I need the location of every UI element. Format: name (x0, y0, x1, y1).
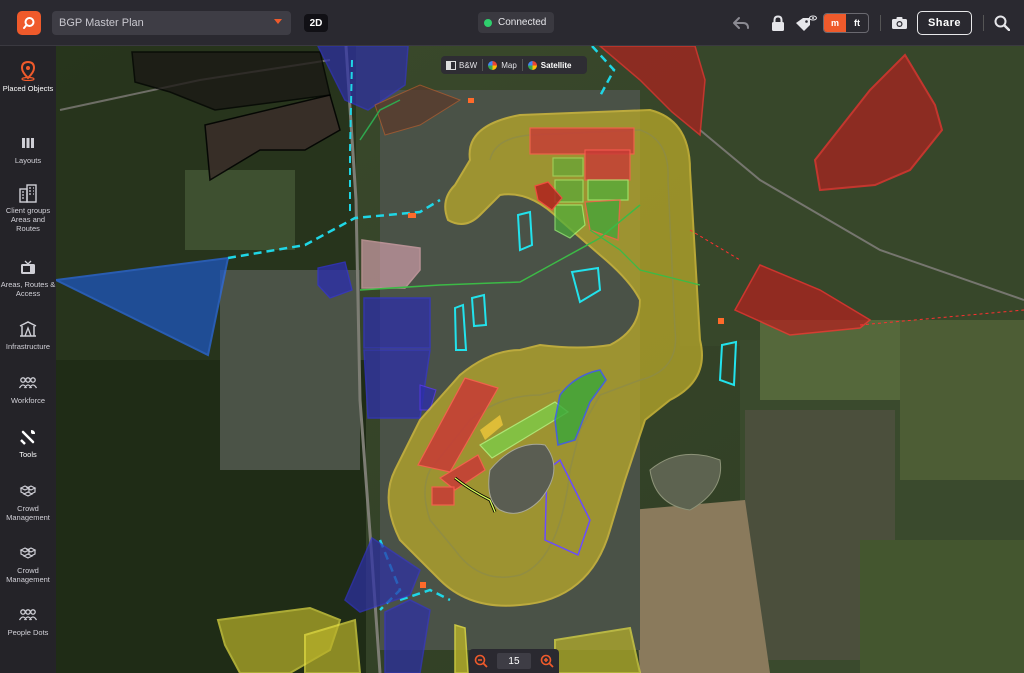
zoom-control: 15 (469, 649, 559, 673)
connection-status: Connected (478, 12, 554, 33)
undo-button[interactable] (731, 13, 751, 33)
map-canvas[interactable]: B&W Map Satellite 15 (56, 46, 1024, 673)
satellite-map[interactable] (56, 46, 1024, 673)
people-dots-icon (18, 609, 38, 621)
cubes-icon (19, 485, 37, 497)
tent-icon (19, 321, 37, 337)
screenshot-button[interactable] (889, 13, 909, 33)
tag-visibility-button[interactable] (794, 13, 818, 33)
share-button[interactable]: Share (917, 11, 972, 35)
sidebar-item-crowd-management[interactable]: Crowd Management (0, 482, 56, 522)
toolbar-divider (983, 15, 984, 31)
sidebar-item-label: Workforce (10, 396, 46, 405)
search-icon (994, 15, 1010, 31)
building-icon (19, 184, 37, 203)
unit-toggle[interactable]: m ft (823, 13, 869, 33)
connection-status-label: Connected (498, 17, 547, 28)
plan-selector[interactable]: BGP Master Plan (52, 11, 291, 35)
left-sidebar: Placed Objects Layouts Client groups Are… (0, 46, 56, 673)
sidebar-item-layouts[interactable]: Layouts (0, 134, 56, 165)
zoom-in-icon[interactable] (540, 654, 554, 668)
google-icon (488, 60, 498, 70)
sidebar-item-label: Client groups Areas and Routes (5, 206, 51, 233)
sidebar-item-label: Infrastructure (5, 342, 51, 351)
app-logo-icon[interactable] (17, 11, 41, 35)
map-type-bw[interactable]: B&W (441, 59, 484, 71)
sidebar-item-label: Areas, Routes & Access (0, 280, 56, 298)
cubes-icon (19, 547, 37, 559)
undo-icon (733, 17, 749, 29)
sidebar-item-workforce[interactable]: Workforce (0, 374, 56, 405)
tag-visibility-icon (796, 15, 817, 31)
sidebar-item-label: Crowd Management (6, 504, 50, 522)
lock-button[interactable] (768, 13, 788, 33)
sidebar-item-crowd-management-2[interactable]: Crowd Management (0, 544, 56, 584)
view-mode-toggle[interactable]: 2D (304, 14, 328, 32)
unit-feet[interactable]: ft (846, 14, 868, 32)
sidebar-item-label: Layouts (14, 156, 42, 165)
map-type-map[interactable]: Map (483, 59, 523, 71)
toolbar-divider (880, 15, 881, 31)
camera-icon (891, 17, 907, 29)
sidebar-item-tools[interactable]: Tools (0, 428, 56, 459)
unit-meters[interactable]: m (824, 14, 846, 32)
sidebar-item-label: People Dots (7, 628, 49, 637)
map-type-switcher[interactable]: B&W Map Satellite (441, 56, 587, 74)
sidebar-item-infrastructure[interactable]: Infrastructure (0, 320, 56, 351)
google-icon (527, 60, 537, 70)
bw-icon (446, 60, 456, 70)
tv-icon (21, 260, 35, 274)
sidebar-item-areas-routes[interactable]: Areas, Routes & Access (0, 258, 56, 298)
search-button[interactable] (992, 13, 1012, 33)
sidebar-item-label: Placed Objects (2, 84, 54, 93)
sidebar-item-label: Tools (19, 450, 37, 459)
sidebar-item-placed-objects[interactable]: Placed Objects (0, 61, 56, 93)
columns-icon (22, 138, 34, 148)
top-bar: BGP Master Plan 2D Connected m ft Share (0, 0, 1024, 46)
lock-icon (772, 15, 784, 31)
sidebar-item-client-groups[interactable]: Client groups Areas and Routes (0, 184, 56, 233)
zoom-level: 15 (496, 653, 531, 669)
sidebar-item-label: Crowd Management (6, 566, 50, 584)
zoom-out-icon[interactable] (474, 654, 488, 668)
sidebar-item-people-dots[interactable]: People Dots (0, 606, 56, 637)
status-dot (484, 18, 492, 27)
map-type-satellite[interactable]: Satellite (523, 59, 577, 71)
plan-name: BGP Master Plan (59, 17, 144, 29)
people-group-icon (18, 377, 38, 389)
location-pin-icon (20, 61, 36, 81)
wrench-icon (20, 430, 35, 445)
chevron-down-icon (274, 19, 282, 24)
